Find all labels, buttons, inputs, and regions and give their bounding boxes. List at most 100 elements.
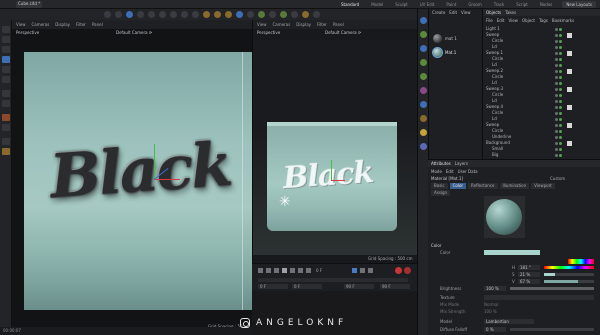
model-mode-icon[interactable]: [2, 36, 10, 43]
subtab-reflectance[interactable]: Reflectance: [468, 182, 498, 189]
cube-icon[interactable]: [420, 17, 427, 24]
visibility-dot[interactable]: [555, 45, 558, 49]
layout-tab-track[interactable]: Track: [488, 1, 510, 8]
visibility-dot[interactable]: [555, 39, 558, 43]
enabled-check-icon[interactable]: [559, 93, 562, 97]
enabled-check-icon[interactable]: [559, 87, 562, 91]
light-icon[interactable]: [313, 11, 320, 18]
fcurve-icon[interactable]: [360, 268, 365, 273]
axis-x-handle[interactable]: [331, 180, 345, 181]
next-frame-icon[interactable]: [290, 268, 295, 273]
menu-cameras[interactable]: Cameras: [32, 22, 50, 27]
undo-icon[interactable]: [104, 11, 111, 18]
viewport-left[interactable]: View Cameras Display Filter Panel Perspe…: [12, 20, 260, 335]
frame-end-field-2[interactable]: 90 F: [380, 284, 410, 289]
menu-cameras[interactable]: Cameras: [273, 22, 291, 27]
timeline-ruler[interactable]: [258, 278, 408, 282]
motion-clip-icon[interactable]: [368, 268, 373, 273]
tweak-icon[interactable]: [2, 100, 10, 107]
material-tag-icon[interactable]: [567, 140, 572, 146]
material-tag-icon[interactable]: [567, 32, 572, 38]
menu-mode[interactable]: Mode: [431, 169, 442, 174]
visibility-dot[interactable]: [555, 57, 558, 61]
render-settings-icon[interactable]: [225, 11, 232, 18]
menu-view[interactable]: View: [508, 18, 518, 23]
enabled-check-icon[interactable]: [559, 99, 562, 103]
move-icon[interactable]: [126, 11, 133, 18]
enabled-check-icon[interactable]: [559, 123, 562, 127]
enabled-check-icon[interactable]: [559, 111, 562, 115]
frame-end-field[interactable]: 90 F: [344, 284, 374, 289]
go-to-end-icon[interactable]: [306, 268, 311, 273]
play-icon[interactable]: [282, 268, 287, 273]
menu-user-data[interactable]: User Data: [458, 169, 478, 174]
pen-icon[interactable]: [247, 11, 254, 18]
layout-tab-sculpt[interactable]: Sculpt: [389, 1, 414, 8]
enabled-check-icon[interactable]: [559, 33, 562, 37]
visibility-dot[interactable]: [555, 123, 558, 127]
color-swatch[interactable]: [484, 250, 540, 255]
subtab-illumination[interactable]: Illumination: [499, 182, 530, 189]
enabled-check-icon[interactable]: [559, 45, 562, 49]
enabled-check-icon[interactable]: [559, 63, 562, 67]
array-icon[interactable]: [269, 11, 276, 18]
enabled-check-icon[interactable]: [559, 141, 562, 145]
mograph-icon[interactable]: [420, 87, 427, 94]
frame-field[interactable]: 0 F: [292, 284, 322, 289]
generator-icon[interactable]: [420, 45, 427, 52]
menu-create[interactable]: Create: [432, 11, 445, 15]
visibility-dot[interactable]: [555, 99, 558, 103]
coordinate-system-icon[interactable]: [192, 11, 199, 18]
menu-bookmarks[interactable]: Bookmarks: [552, 18, 574, 23]
material-tag-icon[interactable]: [567, 50, 572, 56]
material-thumbnail-selected[interactable]: [432, 47, 443, 58]
visibility-dot[interactable]: [555, 93, 558, 97]
axis-y-handle[interactable]: [154, 144, 155, 179]
visibility-dot[interactable]: [555, 153, 558, 157]
axis-z-icon[interactable]: [181, 11, 188, 18]
visibility-dot[interactable]: [555, 117, 558, 121]
menu-file[interactable]: File: [486, 18, 493, 23]
menu-edit[interactable]: Edit: [449, 11, 457, 15]
material-tag-icon[interactable]: [567, 68, 572, 74]
enabled-check-icon[interactable]: [559, 81, 562, 85]
menu-tags[interactable]: Tags: [539, 18, 548, 23]
brightness-field[interactable]: 100 %: [484, 286, 506, 291]
material-name-selected[interactable]: Mat.1: [445, 51, 456, 55]
h-field[interactable]: 181 °: [518, 265, 540, 270]
custom-dropdown[interactable]: Custom: [550, 177, 565, 181]
color-spectrum[interactable]: [568, 259, 594, 264]
next-key-icon[interactable]: [298, 268, 303, 273]
subtab-assign[interactable]: Assign: [431, 190, 451, 196]
subtab-basic[interactable]: Basic: [431, 182, 448, 189]
render-region-icon[interactable]: [203, 11, 210, 18]
axis-y-icon[interactable]: [170, 11, 177, 18]
visibility-dot[interactable]: [555, 81, 558, 85]
spline-icon[interactable]: [420, 31, 427, 38]
v-field[interactable]: 67 %: [518, 279, 540, 284]
menu-edit[interactable]: Edit: [446, 169, 454, 174]
visibility-dot[interactable]: [555, 87, 558, 91]
visibility-dot[interactable]: [555, 33, 558, 37]
material-tag-icon[interactable]: [567, 86, 572, 92]
enabled-check-icon[interactable]: [559, 147, 562, 151]
visibility-dot[interactable]: [555, 105, 558, 109]
model-dropdown[interactable]: Lambertian: [484, 319, 534, 324]
make-editable-icon[interactable]: [2, 26, 10, 33]
workplane-icon[interactable]: [2, 124, 10, 131]
visibility-dot[interactable]: [555, 63, 558, 67]
tab-takes[interactable]: Takes: [505, 10, 516, 15]
menu-object[interactable]: Object: [522, 18, 535, 23]
visibility-dot[interactable]: [555, 27, 558, 31]
menu-view[interactable]: View: [16, 22, 26, 27]
tab-attributes[interactable]: Attributes: [431, 161, 451, 166]
paint-icon[interactable]: [2, 148, 10, 155]
material-preview[interactable]: [486, 199, 522, 235]
enabled-check-icon[interactable]: [559, 129, 562, 133]
layout-tab-script[interactable]: Script: [510, 1, 534, 8]
tab-layers[interactable]: Layers: [455, 161, 468, 166]
menu-display[interactable]: Display: [55, 22, 70, 27]
layout-tab-groom[interactable]: Groom: [462, 1, 487, 8]
enabled-check-icon[interactable]: [559, 117, 562, 121]
prev-frame-icon[interactable]: [274, 268, 279, 273]
